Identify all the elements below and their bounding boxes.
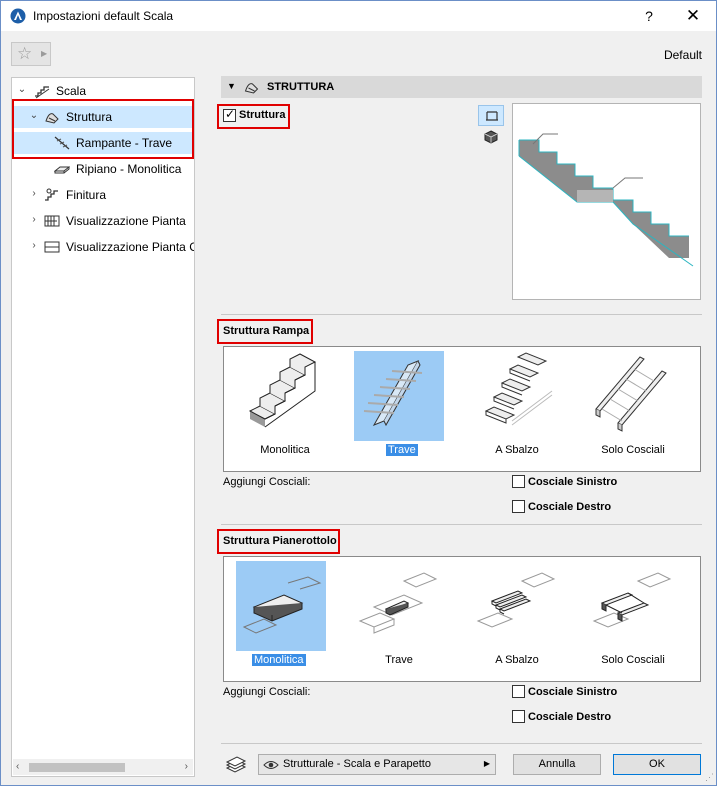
stringers-only-stair-icon: [595, 356, 667, 432]
plan-view-button[interactable]: [478, 105, 504, 126]
beam-landing-icon: [358, 572, 438, 634]
favorites-button[interactable]: ☆ ▶: [11, 42, 51, 66]
panel-title: STRUTTURA: [267, 81, 335, 93]
stair-preview: [512, 103, 701, 300]
flight-option-label: Monolitica: [260, 444, 310, 456]
cantilever-stair-icon: [484, 352, 553, 426]
flight-right-stringer-checkbox[interactable]: [512, 500, 525, 513]
tree-item-ripiano-monolitica[interactable]: Ripiano - Monolitica: [12, 158, 194, 180]
panel-header[interactable]: ▼ STRUTTURA: [221, 76, 702, 98]
help-button[interactable]: ?: [631, 5, 667, 27]
3d-view-button[interactable]: [478, 127, 504, 148]
chevron-right-icon[interactable]: ›: [28, 240, 40, 251]
footer-divider: [221, 743, 702, 744]
flight-option-solo-cosciali[interactable]: [588, 351, 678, 441]
stair-icon: [35, 86, 50, 99]
monolithic-landing-icon: [54, 166, 70, 174]
scrollbar-thumb[interactable]: [29, 763, 125, 772]
section-divider: [221, 314, 702, 315]
tree-item-label: Visualizzazione Pianta: [66, 214, 186, 228]
landing-option-monolitica[interactable]: [236, 561, 326, 651]
section-divider: [221, 524, 702, 525]
landing-option-solo-cosciali[interactable]: [588, 561, 678, 651]
scroll-right-icon[interactable]: ›: [185, 761, 188, 772]
chevron-right-icon: ▶: [483, 759, 490, 768]
layer-dropdown-value: Strutturale - Scala e Parapetto: [283, 758, 431, 770]
flight-option-trave[interactable]: [354, 351, 444, 441]
floor-plan-cover-icon: [44, 241, 60, 253]
tree-item-label: Ripiano - Monolitica: [76, 162, 182, 176]
window-title: Impostazioni default Scala: [33, 9, 174, 23]
star-icon: ☆: [17, 44, 33, 63]
plan-view-icon: [486, 111, 498, 121]
layers-icon[interactable]: [225, 756, 247, 774]
resize-grip-icon[interactable]: ⋰: [705, 772, 714, 783]
flight-option-a-sbalzo[interactable]: [472, 351, 562, 441]
flight-add-stringers-label: Aggiungi Cosciali:: [223, 476, 311, 488]
floor-plan-icon: [44, 215, 60, 227]
landing-option-a-sbalzo[interactable]: [472, 561, 562, 651]
flight-option-label: Solo Cosciali: [601, 444, 665, 456]
tree-horizontal-scrollbar[interactable]: ‹ ›: [13, 759, 193, 775]
landing-option-label: Solo Cosciali: [601, 654, 665, 666]
dialog-window: Impostazioni default Scala ? ✕ ☆ ▶ Defau…: [0, 0, 717, 786]
tree-item-label: Scala: [56, 84, 87, 98]
eye-icon: [263, 761, 279, 769]
landing-right-stringer-checkbox[interactable]: [512, 710, 525, 723]
highlight-box: [217, 104, 290, 129]
tree-item-visualizzazione-pianta[interactable]: › Visualizzazione Pianta: [12, 210, 194, 232]
title-bar: Impostazioni default Scala ? ✕: [1, 1, 716, 31]
landing-option-label-selected: Monolitica: [252, 654, 306, 666]
tree-item-visualizzazione-pianta-copertura[interactable]: › Visualizzazione Pianta Co: [12, 236, 194, 258]
landing-structure-gallery: Monolitica Trave A Sbalzo Solo Cosciali: [223, 556, 701, 682]
close-button[interactable]: ✕: [675, 5, 711, 27]
cantilever-landing-icon: [476, 572, 556, 628]
flight-structure-gallery: Monolitica Trave A Sbalzo Solo Cosciali: [223, 346, 701, 472]
landing-right-stringer-label: Cosciale Destro: [528, 711, 612, 723]
chevron-right-icon[interactable]: ›: [28, 214, 40, 225]
scroll-left-icon[interactable]: ‹: [16, 761, 19, 772]
tree-item-label: Visualizzazione Pianta Co: [66, 240, 194, 254]
collapse-triangle-icon[interactable]: ▼: [227, 81, 236, 91]
chevron-down-icon[interactable]: ⌄: [16, 84, 28, 95]
highlight-box: [12, 99, 194, 159]
chevron-right-icon[interactable]: ›: [28, 188, 40, 199]
cube-icon: [484, 130, 498, 144]
monolithic-stair-icon: [248, 353, 317, 428]
flight-option-monolitica[interactable]: [240, 351, 330, 441]
stringers-only-landing-icon: [592, 572, 672, 628]
tree-item-finitura[interactable]: › Finitura: [12, 184, 194, 206]
flight-left-stringer-label: Cosciale Sinistro: [528, 476, 618, 488]
flight-right-stringer-label: Cosciale Destro: [528, 501, 612, 513]
cancel-button[interactable]: Annulla: [513, 754, 601, 775]
archicad-app-icon: [10, 8, 26, 24]
ok-button[interactable]: OK: [613, 754, 701, 775]
monolithic-landing-icon: [242, 576, 322, 634]
default-label: Default: [663, 48, 702, 62]
finish-icon: [45, 188, 58, 201]
highlight-box: [217, 319, 313, 344]
chevron-right-icon: ▶: [41, 49, 48, 58]
layer-dropdown[interactable]: Strutturale - Scala e Parapetto ▶: [258, 754, 496, 775]
highlight-box: [217, 529, 340, 554]
flight-left-stringer-checkbox[interactable]: [512, 475, 525, 488]
tree-item-label: Finitura: [66, 188, 107, 202]
landing-add-stringers-label: Aggiungi Cosciali:: [223, 686, 311, 698]
landing-option-label: Trave: [385, 654, 413, 666]
landing-left-stringer-checkbox[interactable]: [512, 685, 525, 698]
landing-option-trave[interactable]: [354, 561, 444, 651]
stair-preview-drawing: [518, 133, 694, 267]
landing-option-label: A Sbalzo: [495, 654, 539, 666]
structure-icon: [244, 83, 259, 94]
flight-option-label: A Sbalzo: [495, 444, 539, 456]
settings-tree: ⌄ Scala ⌄ Struttura Rampante - Trave Rip…: [11, 77, 195, 777]
flight-option-label-selected: Trave: [386, 444, 418, 456]
beam-stair-icon: [363, 360, 423, 427]
landing-left-stringer-label: Cosciale Sinistro: [528, 686, 618, 698]
